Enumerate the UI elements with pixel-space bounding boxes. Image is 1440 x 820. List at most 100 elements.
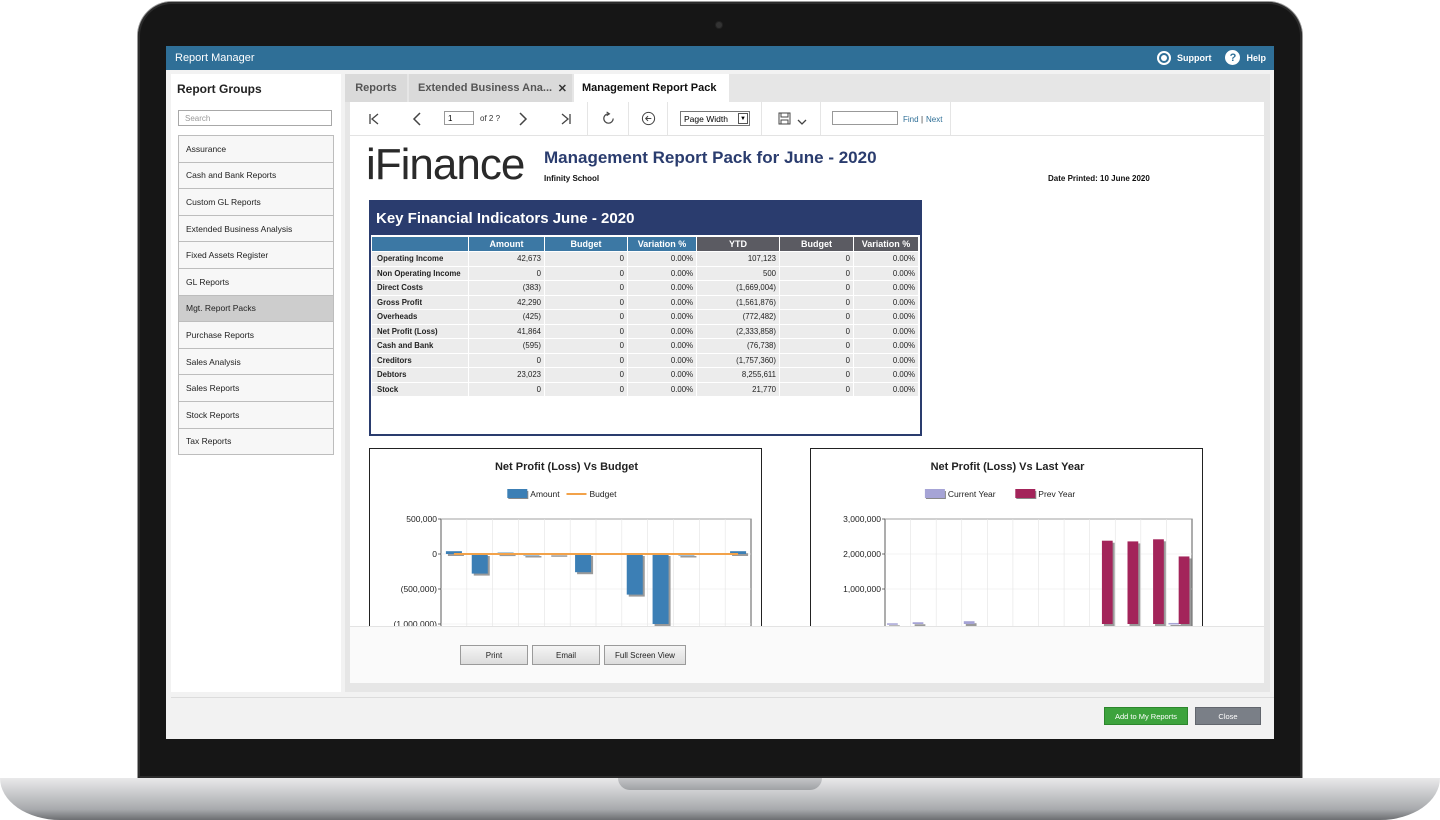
kfi-cell: 0 (545, 310, 627, 324)
close-button[interactable]: Close (1195, 707, 1261, 725)
bar (887, 623, 898, 625)
zoom-value: Page Width (684, 113, 728, 124)
legend-swatch (1015, 489, 1036, 498)
support-button[interactable]: Support (1156, 50, 1212, 65)
legend-swatch (507, 489, 528, 498)
previous-page-button[interactable] (406, 102, 428, 135)
kfi-cell: 23,023 (469, 368, 544, 382)
kfi-cell: 0 (780, 382, 853, 396)
kfi-row: Direct Costs (383) 0 0.00% (1,669,004) 0 0.00% (372, 281, 918, 295)
next-link[interactable]: Next (926, 115, 942, 124)
toolbar-divider (667, 102, 668, 135)
kfi-row-label: Stock (372, 382, 468, 396)
kfi-table: Amount Budget Variation % YTD Budget Variatio… (371, 236, 919, 397)
sidebar-item[interactable]: Tax Reports (179, 428, 333, 456)
toolbar-divider (628, 102, 629, 135)
next-page-button[interactable] (512, 102, 534, 135)
kfi-row-label: Cash and Bank (372, 339, 468, 353)
support-label: Support (1176, 52, 1212, 63)
sidebar-item[interactable]: Sales Reports (179, 375, 333, 402)
chevron-down-icon (797, 119, 806, 125)
key-financial-indicators-panel: Key Financial Indicators June - 2020 Amo… (369, 200, 922, 436)
kfi-row-label: Gross Profit (372, 295, 468, 309)
sidebar-item[interactable]: Assurance (179, 136, 333, 163)
kfi-cell: 0 (780, 266, 853, 280)
sidebar-title: Report Groups (177, 82, 262, 96)
report-title: Management Report Pack for June - 2020 (544, 148, 877, 167)
kfi-cell: 0 (780, 281, 853, 295)
kfi-cell: 0.00% (628, 295, 696, 309)
tab-bar: Reports Extended Business Ana... ✕ Manag… (345, 74, 1270, 102)
kfi-cell: (383) (469, 281, 544, 295)
legend-swatch (924, 489, 945, 498)
legend-label: Current Year (948, 489, 996, 499)
kfi-cell: (772,482) (697, 310, 779, 324)
close-tab-icon[interactable]: ✕ (558, 82, 567, 95)
bar (575, 554, 592, 573)
kfi-row: Operating Income 42,673 0 0.00% 107,123 0 0.00… (372, 252, 918, 266)
add-to-my-reports-button[interactable]: Add to My Reports (1104, 707, 1188, 725)
kfi-cell: 0.00% (628, 353, 696, 367)
kfi-cell: 0.00% (628, 368, 696, 382)
kfi-cell: 0.00% (628, 281, 696, 295)
sidebar-item[interactable]: Custom GL Reports (179, 189, 333, 216)
sidebar-item[interactable]: Purchase Reports (179, 322, 333, 349)
kfi-cell: 0 (780, 353, 853, 367)
kfi-cell: 0 (545, 368, 627, 382)
report-manager-window: Report Manager Support ? Help Report Gro… (166, 46, 1274, 739)
zoom-select[interactable]: Page Width ▼ (680, 111, 750, 126)
bar (471, 554, 488, 574)
sidebar-item[interactable]: Sales Analysis (179, 348, 333, 376)
email-button[interactable]: Email (532, 645, 600, 665)
last-page-button[interactable] (554, 102, 578, 135)
kfi-cell: 21,770 (697, 382, 779, 396)
find-input[interactable] (832, 111, 898, 125)
full-screen-view-button[interactable]: Full Screen View (604, 645, 686, 665)
sidebar-item[interactable]: Stock Reports (179, 401, 333, 429)
toolbar-divider (761, 102, 762, 135)
tab-extended-business-analysis[interactable]: Extended Business Ana... ✕ (409, 74, 572, 102)
sidebar-item[interactable]: Mgt. Report Packs (179, 295, 333, 323)
bar-shadow (680, 556, 697, 558)
bar (626, 554, 643, 595)
kfi-column-header (372, 237, 468, 251)
kfi-cell: 42,673 (469, 252, 544, 266)
report-groups-list: Assurance Cash and Bank Reports Custom GL … (178, 135, 334, 456)
y-tick-label: 3,000,000 (843, 514, 881, 524)
page-number-input[interactable] (444, 111, 474, 125)
print-button[interactable]: Print (460, 645, 528, 665)
sidebar-item[interactable]: Fixed Assets Register (179, 242, 333, 269)
kfi-cell: 41,864 (469, 324, 544, 338)
kfi-cell: 0 (780, 368, 853, 382)
tab-reports[interactable]: Reports (345, 74, 407, 102)
back-button[interactable] (635, 102, 661, 135)
kfi-cell: 0 (545, 266, 627, 280)
first-page-button[interactable] (362, 102, 386, 135)
sidebar-item[interactable]: Cash and Bank Reports (179, 162, 333, 190)
y-tick-label: (1,000,000) (394, 619, 438, 626)
kfi-cell: 0.00% (854, 324, 918, 338)
search-input[interactable] (178, 110, 332, 126)
kfi-cell: 0 (469, 382, 544, 396)
kfi-row: Debtors 23,023 0 0.00% 8,255,611 0 0.00% (372, 368, 918, 382)
sidebar-item[interactable]: GL Reports (179, 268, 333, 296)
help-button[interactable]: ? Help (1225, 50, 1266, 65)
last-page-icon (561, 113, 571, 124)
y-tick-label: 500,000 (406, 514, 437, 524)
sidebar-item[interactable]: Extended Business Analysis (179, 215, 333, 243)
export-save-button[interactable] (772, 102, 812, 135)
viewer-toolbar: of 2 ? Page Width ▼ (350, 102, 1264, 136)
y-tick-label: 0 (432, 549, 437, 559)
tab-management-report-pack[interactable]: Management Report Pack (574, 74, 729, 102)
kfi-cell: 8,255,611 (697, 368, 779, 382)
kfi-cell: 0 (780, 295, 853, 309)
kfi-header-row: Amount Budget Variation % YTD Budget Variatio… (372, 237, 918, 251)
find-separator: | (921, 115, 924, 124)
refresh-button[interactable] (594, 102, 622, 135)
y-tick-label: 2,000,000 (843, 549, 881, 559)
help-question-icon: ? (1225, 50, 1241, 65)
kfi-row: Overheads (425) 0 0.00% (772,482) 0 0.00% (372, 310, 918, 324)
kfi-cell: 0 (780, 310, 853, 324)
title-bar: Report Manager Support ? Help (166, 46, 1274, 70)
find-link[interactable]: Find (903, 115, 919, 124)
